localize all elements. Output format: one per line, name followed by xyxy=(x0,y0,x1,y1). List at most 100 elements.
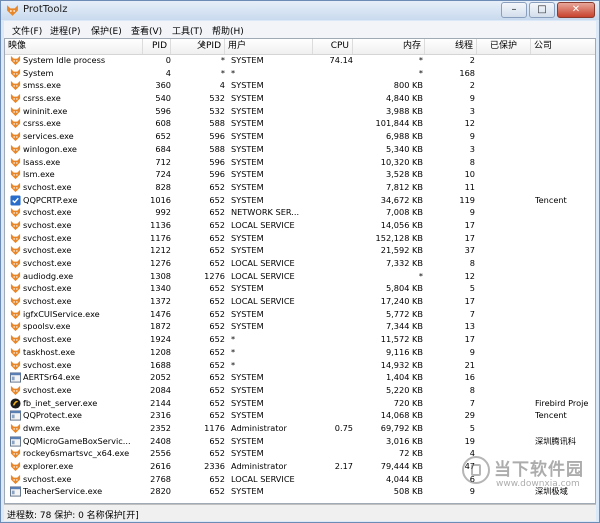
menu-bar: 文件(F) 进程(P) 保护(E) 查看(V) 工具(T) 帮助(H) xyxy=(4,21,596,38)
cell-image: TeacherService.exe xyxy=(23,486,103,497)
cell-threads: 9 xyxy=(469,207,475,218)
fox-icon xyxy=(10,258,21,269)
close-button[interactable]: ✕ xyxy=(557,2,595,18)
process-row[interactable]: services.exe 652 596 SYSTEM 6,988 KB 9 xyxy=(5,130,595,143)
cell-memory: 4,044 KB xyxy=(385,473,423,484)
cell-image: svchost.exe xyxy=(23,207,72,218)
process-row[interactable]: wininit.exe 596 532 SYSTEM 3,988 KB 3 xyxy=(5,105,595,118)
column-header-pid[interactable]: PID xyxy=(143,39,171,54)
process-row[interactable]: smss.exe 360 4 SYSTEM 800 KB 2 xyxy=(5,79,595,92)
process-row[interactable]: System 4 * * * 168 xyxy=(5,67,595,80)
fox-icon xyxy=(10,55,21,66)
cell-cpu xyxy=(313,282,353,295)
cell-memory: 9,116 KB xyxy=(385,346,423,357)
cell-pid: 712 xyxy=(155,156,171,167)
column-header-image[interactable]: 映像 xyxy=(5,39,143,54)
cell-pid: 1308 xyxy=(150,270,171,281)
process-row[interactable]: csrss.exe 608 588 SYSTEM 101,844 KB 12 xyxy=(5,117,595,130)
process-row[interactable]: csrss.exe 540 532 SYSTEM 4,840 KB 9 xyxy=(5,92,595,105)
column-header-protected[interactable]: 已保护 xyxy=(477,39,531,54)
process-row[interactable]: spoolsv.exe 1872 652 SYSTEM 7,344 KB 13 xyxy=(5,320,595,333)
menu-file[interactable]: 文件(F) xyxy=(12,24,42,37)
process-row[interactable]: svchost.exe 1924 652 * 11,572 KB 17 xyxy=(5,333,595,346)
cell-pid: 1372 xyxy=(150,296,171,307)
cell-memory: 72 KB xyxy=(398,448,423,459)
cell-threads: 7 xyxy=(469,308,475,319)
process-row[interactable]: dwm.exe 2352 1176 Administrator 0.75 69,792 K… xyxy=(5,422,595,435)
process-row[interactable]: winlogon.exe 684 588 SYSTEM 5,340 KB 3 xyxy=(5,143,595,156)
process-row[interactable]: svchost.exe 2084 652 SYSTEM 5,220 KB 8 xyxy=(5,384,595,397)
window-title: ProtToolz xyxy=(23,4,68,15)
process-row[interactable]: lsass.exe 712 596 SYSTEM 10,320 KB 8 xyxy=(5,156,595,169)
cell-image: QQPCRTP.exe xyxy=(23,194,78,205)
column-header-user[interactable]: 用户 xyxy=(225,39,313,54)
cell-pid: 2556 xyxy=(150,448,171,459)
process-row[interactable]: svchost.exe 992 652 NETWORK SER... 7,008 KB 9 xyxy=(5,206,595,219)
cell-user: * xyxy=(231,359,236,370)
column-header-company[interactable]: 公司 xyxy=(531,39,595,54)
process-row[interactable]: svchost.exe 1276 652 LOCAL SERVICE 7,332 KB 8 xyxy=(5,257,595,270)
process-row[interactable]: QQMicroGameBoxServic... 2408 652 SYSTEM 3,01… xyxy=(5,435,595,448)
cell-company xyxy=(535,244,595,257)
column-header-memory[interactable]: 内存 xyxy=(353,39,425,54)
process-row[interactable]: System Idle process 0 * SYSTEM 74.14 * 2 xyxy=(5,54,595,67)
process-row[interactable]: svchost.exe 1136 652 LOCAL SERVICE 14,056 KB… xyxy=(5,219,595,232)
cell-user: SYSTEM xyxy=(231,194,264,205)
fox-icon xyxy=(10,131,21,142)
fox-icon xyxy=(10,80,21,91)
menu-help[interactable]: 帮助(H) xyxy=(212,24,244,37)
sort-indicator-icon: ▲ xyxy=(200,39,206,47)
cell-image: svchost.exe xyxy=(23,245,72,256)
process-row[interactable]: svchost.exe 1212 652 SYSTEM 21,592 KB 37 xyxy=(5,244,595,257)
cell-cpu xyxy=(313,156,353,169)
cell-pid: 1476 xyxy=(150,308,171,319)
title-bar[interactable]: ProtToolz – □ ✕ xyxy=(1,1,599,20)
cell-image: rockey6smartsvc_x64.exe xyxy=(23,448,130,459)
fox-icon xyxy=(10,106,21,117)
menu-protect[interactable]: 保护(E) xyxy=(91,24,122,37)
cell-user: SYSTEM xyxy=(231,143,264,154)
process-row[interactable]: QQProtect.exe 2316 652 SYSTEM 14,068 KB 29 Ten… xyxy=(5,409,595,422)
process-row[interactable]: AERTSr64.exe 2052 652 SYSTEM 1,404 KB 16 xyxy=(5,371,595,384)
process-row[interactable]: svchost.exe 1340 652 SYSTEM 5,804 KB 5 xyxy=(5,282,595,295)
process-row[interactable]: QQPCRTP.exe 1016 652 SYSTEM 34,672 KB 119 Tenc… xyxy=(5,194,595,207)
cell-ppid: 532 xyxy=(209,93,225,104)
cell-memory: * xyxy=(418,270,423,281)
cell-ppid: 652 xyxy=(209,435,225,446)
cell-company xyxy=(535,168,595,181)
menu-tools[interactable]: 工具(T) xyxy=(172,24,203,37)
process-row[interactable]: svchost.exe 1176 652 SYSTEM 152,128 KB 17 xyxy=(5,232,595,245)
fox-icon xyxy=(10,233,21,244)
process-row[interactable]: svchost.exe 1688 652 * 14,932 KB 21 xyxy=(5,359,595,372)
cell-threads: 13 xyxy=(464,321,475,332)
cell-memory: 3,988 KB xyxy=(385,105,423,116)
process-row[interactable]: igfxCUIService.exe 1476 652 SYSTEM 5,772 KB 7 xyxy=(5,308,595,321)
process-row[interactable]: fb_inet_server.exe 2144 652 SYSTEM 720 KB 7 Fi… xyxy=(5,397,595,410)
cell-user: SYSTEM xyxy=(231,321,264,332)
cell-company xyxy=(535,333,595,346)
cell-threads: 9 xyxy=(469,346,475,357)
menu-process[interactable]: 进程(P) xyxy=(50,24,80,37)
maximize-button[interactable]: □ xyxy=(529,2,555,18)
cell-image: svchost.exe xyxy=(23,334,72,345)
process-row[interactable]: lsm.exe 724 596 SYSTEM 3,528 KB 10 xyxy=(5,168,595,181)
cell-company xyxy=(535,257,595,270)
column-header-cpu[interactable]: CPU xyxy=(313,39,353,54)
column-header-threads[interactable]: 线程 xyxy=(425,39,477,54)
cell-image: svchost.exe xyxy=(23,219,72,230)
cell-company xyxy=(535,67,595,80)
cell-memory: 5,804 KB xyxy=(385,283,423,294)
menu-view[interactable]: 查看(V) xyxy=(131,24,162,37)
cell-image: igfxCUIService.exe xyxy=(23,308,100,319)
cell-company xyxy=(535,295,595,308)
minimize-button[interactable]: – xyxy=(501,2,527,18)
process-row[interactable]: taskhost.exe 1208 652 * 9,116 KB 9 xyxy=(5,346,595,359)
process-row[interactable]: svchost.exe 828 652 SYSTEM 7,812 KB 11 xyxy=(5,181,595,194)
process-row[interactable]: svchost.exe 1372 652 LOCAL SERVICE 17,240 KB… xyxy=(5,295,595,308)
cell-company xyxy=(535,422,595,435)
process-row[interactable]: audiodg.exe 1308 1276 LOCAL SERVICE * 12 xyxy=(5,270,595,283)
process-list[interactable]: 映像 PID 父PID 用户 CPU 内存 线程 已保护 公司 ▲ System… xyxy=(4,38,596,504)
cell-pid: 2820 xyxy=(150,486,171,497)
firebird-icon xyxy=(10,398,21,409)
column-header-ppid[interactable]: 父PID xyxy=(171,39,225,54)
